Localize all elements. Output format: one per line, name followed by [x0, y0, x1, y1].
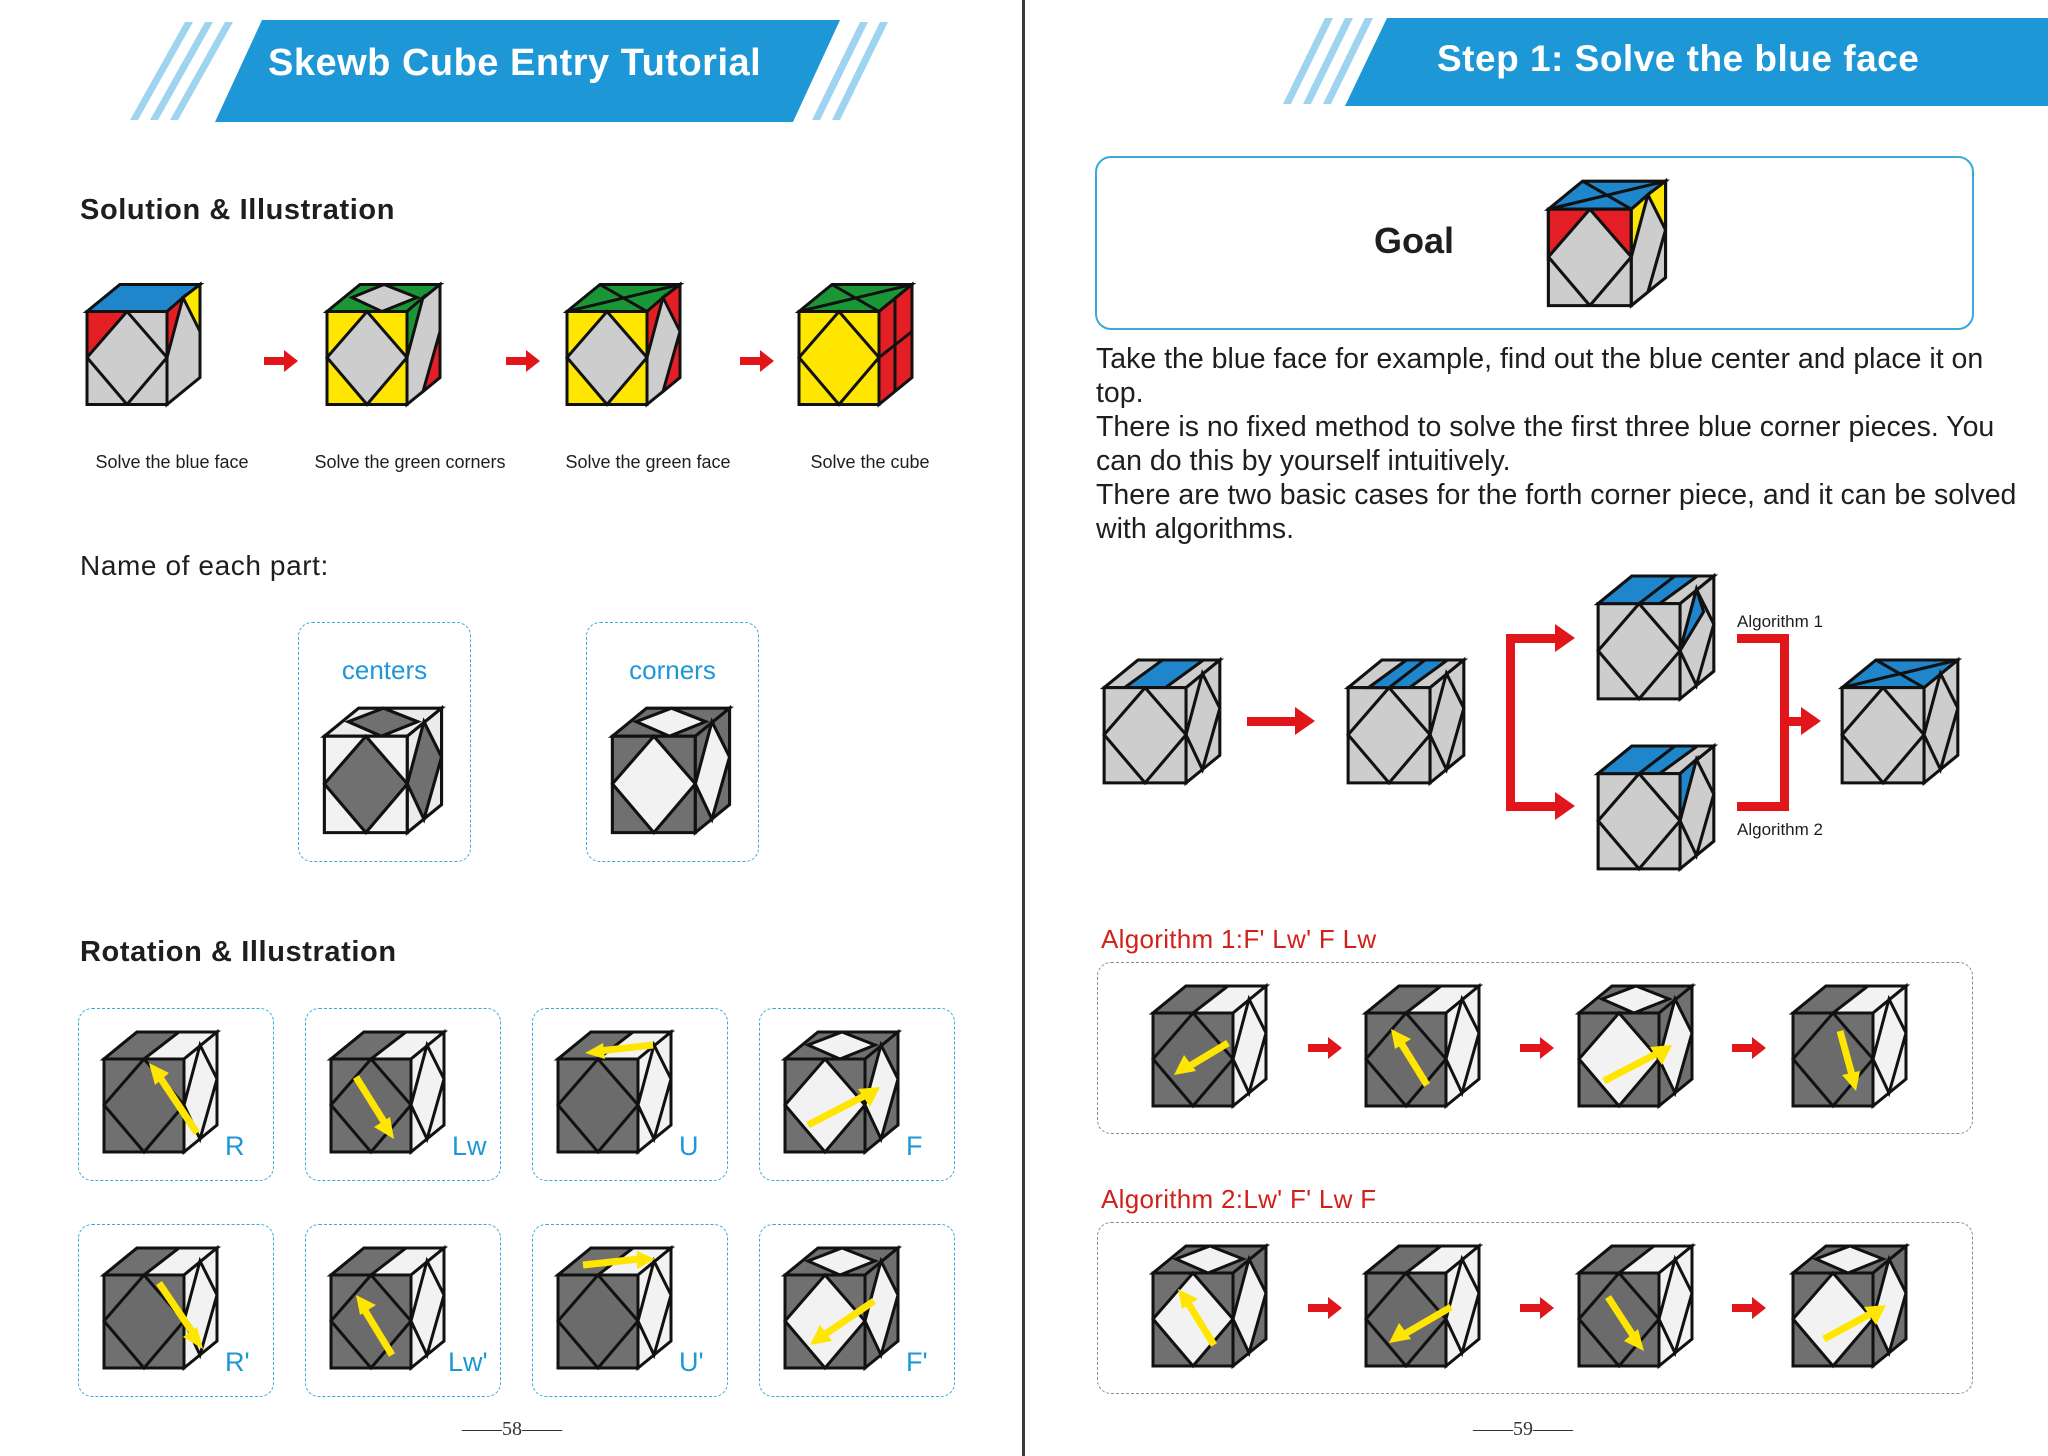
alg2-step1-cube-icon: [1148, 1241, 1273, 1376]
arrow-right-icon: [1518, 1033, 1558, 1063]
corners-cube-icon: [607, 703, 737, 843]
arrow-right-icon: [1730, 1293, 1770, 1323]
cube-f-prime-icon: [780, 1243, 905, 1378]
rotation-label: Lw': [448, 1347, 488, 1377]
rotation-card-r: R: [78, 1008, 274, 1181]
rotation-card-f-prime: F': [759, 1224, 955, 1397]
cube-lw-icon: [326, 1027, 451, 1162]
rotation-card-u: U: [532, 1008, 728, 1181]
cube-u-prime-icon: [553, 1243, 678, 1378]
alg2-step3-cube-icon: [1574, 1241, 1699, 1376]
arrow-right-icon: [1518, 1293, 1558, 1323]
parts-heading: Name of each part:: [80, 550, 329, 581]
cube-case2-icon: [1593, 740, 1721, 880]
solution-heading: Solution & Illustration: [80, 194, 396, 226]
arrow-right-icon: [738, 346, 778, 376]
algorithm1-sequence: [1097, 962, 1973, 1134]
rotation-card-f: F: [759, 1008, 955, 1181]
goal-card: Goal: [1095, 156, 1974, 330]
alg1-step2-cube-icon: [1361, 981, 1486, 1116]
cube-start-icon: [1099, 654, 1227, 794]
cube-r-prime-icon: [99, 1243, 224, 1378]
rotation-heading: Rotation & Illustration: [80, 936, 397, 968]
branch-label: Algorithm 1: [1737, 612, 1823, 631]
goal-cube-icon: [1543, 176, 1673, 316]
rotation-label: F: [906, 1131, 923, 1161]
arrow-right-icon: [1730, 1033, 1770, 1063]
step-caption: Solve the green corners: [314, 452, 506, 472]
paragraph: There are two basic cases for the forth …: [1096, 479, 2017, 545]
page-number: ——59——: [1473, 1418, 1573, 1440]
cube-solved-icon: [794, 262, 919, 432]
branch-label: Algorithm 2: [1737, 820, 1823, 839]
part-corners-card: corners: [586, 622, 759, 862]
cube-bluetop-solved-icon: [1837, 654, 1965, 794]
step-caption: Solve the cube: [810, 452, 930, 472]
arrow-right-icon: [1306, 1293, 1346, 1323]
part-centers-card: centers: [298, 622, 471, 862]
rotation-card-r-prime: R': [78, 1224, 274, 1397]
arrow-right-icon: [504, 346, 544, 376]
algorithm2-sequence: [1097, 1222, 1973, 1394]
cube-lw-prime-icon: [326, 1243, 451, 1378]
cube-blue-top-icon: [82, 262, 207, 432]
algorithm2-heading: Algorithm 2:Lw' F' Lw F: [1101, 1184, 1377, 1214]
goal-label: Goal: [1374, 220, 1455, 261]
rotation-label: R: [225, 1131, 245, 1161]
cube-green-face-icon: [562, 262, 687, 432]
rotation-card-lw-prime: Lw': [305, 1224, 501, 1397]
centers-cube-icon: [319, 703, 449, 843]
rotation-label: F': [906, 1347, 928, 1377]
paragraph: There is no fixed method to solve the fi…: [1096, 411, 1995, 477]
rotation-label: U: [679, 1131, 699, 1161]
alg1-step3-cube-icon: [1574, 981, 1699, 1116]
alg2-step4-cube-icon: [1788, 1241, 1913, 1376]
cube-case1-icon: [1593, 570, 1721, 710]
algorithm1-heading: Algorithm 1:F' Lw' F Lw: [1101, 924, 1377, 954]
paragraph: Take the blue face for example, find out…: [1096, 343, 1984, 409]
step-caption: Solve the green face: [565, 452, 731, 472]
cube-r-icon: [99, 1027, 224, 1162]
rotation-label: R': [225, 1347, 250, 1377]
left-page: Skewb Cube Entry Tutorial Solution & Ill…: [0, 0, 1024, 1456]
alg2-step2-cube-icon: [1361, 1241, 1486, 1376]
cube-u-icon: [553, 1027, 678, 1162]
cube-f-icon: [780, 1027, 905, 1162]
part-label: centers: [341, 655, 428, 685]
rotation-card-lw: Lw: [305, 1008, 501, 1181]
arrow-right-icon: [1306, 1033, 1346, 1063]
instructions: Take the blue face for example, find out…: [1096, 342, 2026, 546]
rotation-label: Lw: [452, 1131, 487, 1161]
part-label: corners: [629, 655, 716, 685]
arrow-right-icon: [262, 346, 302, 376]
cube-green-corners-icon: [322, 262, 447, 432]
page-number: ——58——: [462, 1418, 562, 1440]
cube-three-corners-icon: [1343, 654, 1471, 794]
right-banner-title: Step 1: Solve the blue face: [1437, 38, 1920, 79]
left-banner-title: Skewb Cube Entry Tutorial: [268, 42, 762, 84]
alg1-step1-cube-icon: [1148, 981, 1273, 1116]
right-page: Step 1: Solve the blue face Goal Take th…: [1025, 0, 2048, 1456]
alg1-step4-cube-icon: [1788, 981, 1913, 1116]
rotation-label: U': [679, 1347, 704, 1377]
step-caption: Solve the blue face: [95, 452, 249, 472]
rotation-card-u-prime: U': [532, 1224, 728, 1397]
